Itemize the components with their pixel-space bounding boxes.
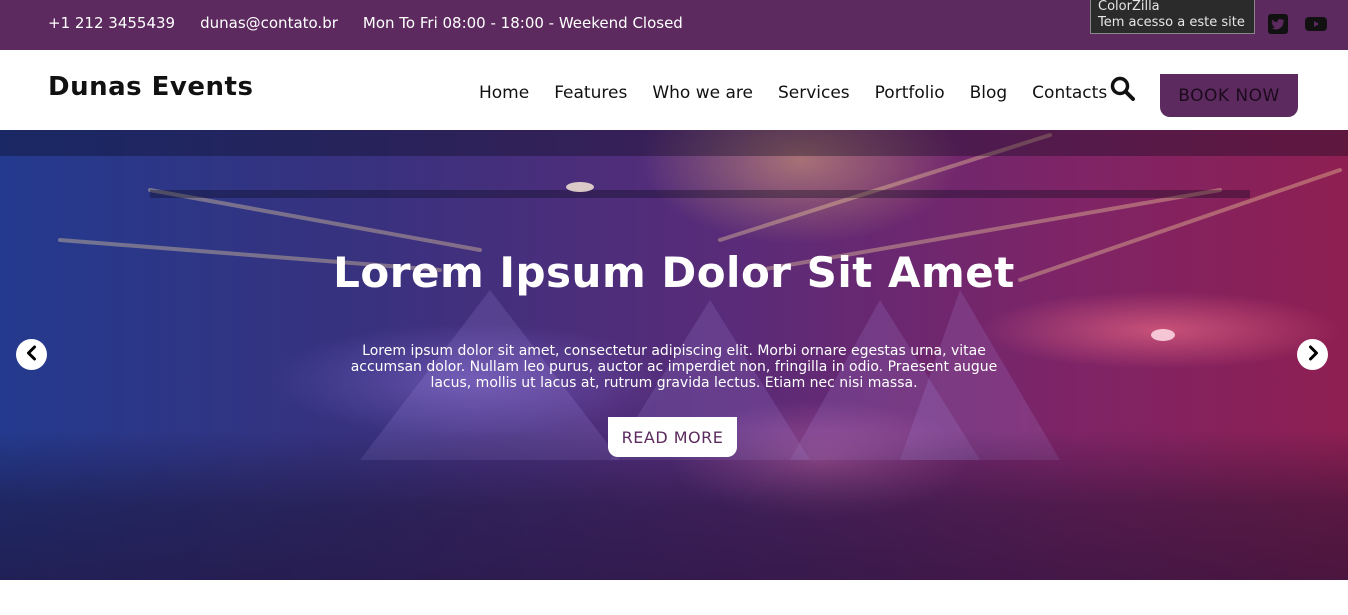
nav-features[interactable]: Features [554,83,627,103]
search-icon[interactable] [1109,75,1137,103]
nav-portfolio[interactable]: Portfolio [875,83,945,103]
nav-home[interactable]: Home [479,83,529,103]
chevron-right-icon [1305,345,1321,365]
site-header: Dunas Events Home Features Who we are Se… [0,50,1348,130]
business-hours: Mon To Fri 08:00 - 18:00 - Weekend Close… [362,14,683,32]
site-logo[interactable]: Dunas Events [48,72,253,102]
hero-slider: Lorem Ipsum Dolor Sit Amet Lorem ipsum d… [0,130,1348,580]
youtube-icon[interactable] [1304,12,1328,36]
twitter-icon[interactable] [1266,12,1290,36]
previous-slide-button[interactable] [16,339,47,370]
hero-title: Lorem Ipsum Dolor Sit Amet [333,248,1015,297]
nav-who-we-are[interactable]: Who we are [652,83,753,103]
hero-description: Lorem ipsum dolor sit amet, consectetur … [350,343,998,391]
phone-number[interactable]: +1 212 3455439 [48,14,175,32]
nav-contacts[interactable]: Contacts [1032,83,1107,103]
next-slide-button[interactable] [1297,339,1328,370]
read-more-button[interactable]: READ MORE [608,417,737,457]
nav-blog[interactable]: Blog [970,83,1008,103]
chevron-left-icon [24,345,40,365]
contact-info: +1 212 3455439 dunas@contato.br Mon To F… [48,14,683,32]
main-nav: Home Features Who we are Services Portfo… [479,83,1132,103]
book-now-button[interactable]: BOOK NOW [1160,74,1298,117]
nav-services[interactable]: Services [778,83,850,103]
tooltip-subtitle: Tem acesso a este site [1098,15,1245,30]
page-below-hero [0,580,1348,615]
email-address[interactable]: dunas@contato.br [200,14,338,32]
tooltip-title: ColorZilla [1098,0,1160,14]
extension-tooltip: ColorZilla Tem acesso a este site [1090,0,1255,34]
